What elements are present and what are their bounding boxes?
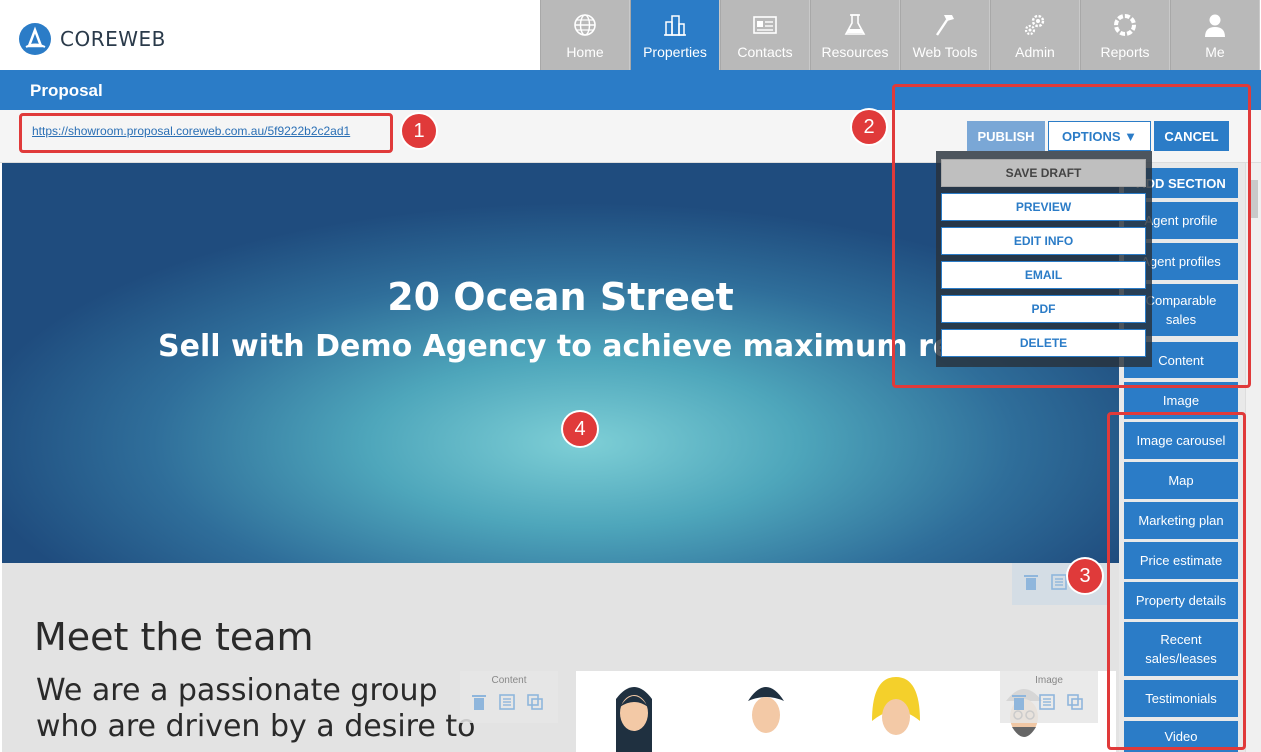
contact-card-icon xyxy=(753,16,777,34)
ring-icon xyxy=(1114,14,1136,36)
nav-resources-label: Resources xyxy=(821,44,889,60)
nav-contacts-label: Contacts xyxy=(737,44,793,60)
nav-reports[interactable]: Reports xyxy=(1080,0,1170,70)
nav-resources[interactable]: Resources xyxy=(810,0,900,70)
duplicate-icon[interactable] xyxy=(526,693,544,711)
gears-icon xyxy=(1024,14,1045,36)
nav-web-tools-label: Web Tools xyxy=(912,44,978,60)
nav-reports-label: Reports xyxy=(1100,44,1150,60)
globe-icon xyxy=(574,14,596,36)
content-toolbox-label: Content xyxy=(491,675,527,686)
hammer-icon xyxy=(936,15,954,36)
duplicate-icon[interactable] xyxy=(1066,693,1084,711)
annotation-badge-2: 2 xyxy=(852,110,886,144)
nav-properties-label: Properties xyxy=(643,44,707,60)
annotation-box-url xyxy=(19,113,393,153)
annotation-box-sidebar xyxy=(1107,412,1246,750)
nav-me-label: Me xyxy=(1205,44,1225,60)
team-section: Meet the team We are a passionate group … xyxy=(2,563,1119,752)
trash-icon[interactable] xyxy=(1010,693,1028,711)
flask-icon xyxy=(844,14,866,35)
team-body-text: We are a passionate group who are driven… xyxy=(36,673,476,744)
image-toolbox-label: Image xyxy=(1035,675,1063,686)
annotation-badge-4: 4 xyxy=(563,412,597,446)
logo[interactable]: COREWEB xyxy=(18,22,166,56)
logo-text: COREWEB xyxy=(60,27,166,51)
coreweb-logo-icon xyxy=(19,23,51,55)
page-title: Proposal xyxy=(30,81,103,100)
edit-icon[interactable] xyxy=(498,693,516,711)
nav-me[interactable]: Me xyxy=(1170,0,1260,70)
annotation-box-options xyxy=(892,84,1251,388)
nav-properties[interactable]: Properties xyxy=(630,0,720,70)
content-toolbox: Content xyxy=(460,671,558,723)
app-header: COREWEB Home Properties Contacts Resourc… xyxy=(0,0,1261,70)
buildings-icon xyxy=(664,15,686,36)
nav-contacts[interactable]: Contacts xyxy=(720,0,810,70)
team-heading: Meet the team xyxy=(34,615,314,659)
user-icon xyxy=(1205,14,1225,37)
nav-home-label: Home xyxy=(566,44,604,60)
annotation-badge-1: 1 xyxy=(402,114,436,148)
edit-icon[interactable] xyxy=(1038,693,1056,711)
nav-web-tools[interactable]: Web Tools xyxy=(900,0,990,70)
nav-admin[interactable]: Admin xyxy=(990,0,1080,70)
main-nav: Home Properties Contacts Resources Web T… xyxy=(540,0,1260,70)
trash-icon[interactable] xyxy=(470,693,488,711)
image-toolbox: Image xyxy=(1000,671,1098,723)
trash-icon[interactable] xyxy=(1022,573,1040,591)
annotation-badge-3: 3 xyxy=(1068,559,1102,593)
nav-home[interactable]: Home xyxy=(540,0,630,70)
nav-admin-label: Admin xyxy=(1015,44,1055,60)
edit-icon[interactable] xyxy=(1050,573,1068,591)
